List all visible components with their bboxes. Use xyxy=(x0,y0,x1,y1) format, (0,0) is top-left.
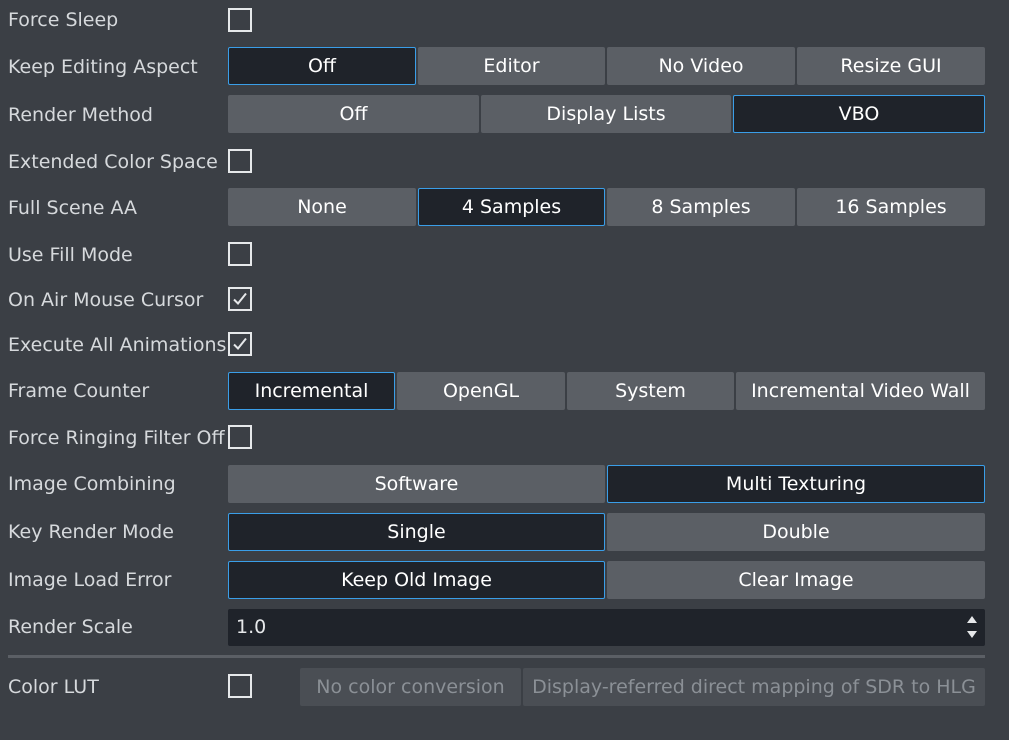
color-lut-checkbox[interactable] xyxy=(228,674,252,698)
checkmark-icon xyxy=(233,337,247,350)
image-load-error-keep-old-image-button[interactable]: Keep Old Image xyxy=(228,561,605,599)
extended-color-space-checkbox[interactable] xyxy=(228,149,252,173)
color-lut-no-conversion-button[interactable]: No color conversion xyxy=(300,668,521,706)
frame-counter-label: Frame Counter xyxy=(8,380,150,402)
force-sleep-label: Force Sleep xyxy=(8,9,119,31)
keep-editing-aspect-label: Keep Editing Aspect xyxy=(8,56,198,78)
color-lut-sdr-to-hlg-button[interactable]: Display-referred direct mapping of SDR t… xyxy=(523,668,985,706)
use-fill-mode-label: Use Fill Mode xyxy=(8,244,133,266)
keep-editing-aspect-off-button[interactable]: Off xyxy=(228,47,416,85)
spin-down-arrow-icon[interactable] xyxy=(967,631,977,638)
on-air-mouse-cursor-checkbox[interactable] xyxy=(228,287,252,311)
key-render-mode-label: Key Render Mode xyxy=(8,521,174,543)
full-scene-aa-none-button[interactable]: None xyxy=(228,188,416,226)
full-scene-aa-4-samples-button[interactable]: 4 Samples xyxy=(418,188,605,226)
image-combining-multi-texturing-button[interactable]: Multi Texturing xyxy=(607,465,985,503)
frame-counter-opengl-button[interactable]: OpenGL xyxy=(397,372,565,410)
render-method-label: Render Method xyxy=(8,104,153,126)
full-scene-aa-16-samples-button[interactable]: 16 Samples xyxy=(797,188,985,226)
force-ringing-filter-off-label: Force Ringing Filter Off xyxy=(8,427,225,449)
full-scene-aa-label: Full Scene AA xyxy=(8,197,138,219)
render-method-vbo-button[interactable]: VBO xyxy=(733,95,985,133)
keep-editing-aspect-no-video-button[interactable]: No Video xyxy=(607,47,795,85)
color-lut-label: Color LUT xyxy=(8,676,99,698)
full-scene-aa-8-samples-button[interactable]: 8 Samples xyxy=(607,188,795,226)
image-load-error-clear-image-button[interactable]: Clear Image xyxy=(607,561,985,599)
key-render-mode-double-button[interactable]: Double xyxy=(607,513,985,551)
frame-counter-system-button[interactable]: System xyxy=(567,372,734,410)
render-scale-spinbox[interactable]: 1.0 xyxy=(228,609,985,646)
on-air-mouse-cursor-label: On Air Mouse Cursor xyxy=(8,289,204,311)
key-render-mode-single-button[interactable]: Single xyxy=(228,513,605,551)
keep-editing-aspect-resize-gui-button[interactable]: Resize GUI xyxy=(797,47,985,85)
force-sleep-checkbox[interactable] xyxy=(228,8,252,32)
extended-color-space-label: Extended Color Space xyxy=(8,151,218,173)
force-ringing-filter-off-checkbox[interactable] xyxy=(228,425,252,449)
frame-counter-incremental-button[interactable]: Incremental xyxy=(228,372,395,410)
render-method-off-button[interactable]: Off xyxy=(228,95,479,133)
execute-all-animations-checkbox[interactable] xyxy=(228,332,252,356)
spin-up-arrow-icon[interactable] xyxy=(967,616,977,623)
render-scale-label: Render Scale xyxy=(8,616,133,638)
checkmark-icon xyxy=(233,292,247,305)
frame-counter-incremental-video-wall-button[interactable]: Incremental Video Wall xyxy=(736,372,985,410)
section-divider xyxy=(8,655,985,658)
render-method-display-lists-button[interactable]: Display Lists xyxy=(481,95,731,133)
image-combining-label: Image Combining xyxy=(8,473,176,495)
render-scale-value[interactable]: 1.0 xyxy=(236,616,266,638)
image-combining-software-button[interactable]: Software xyxy=(228,465,605,503)
use-fill-mode-checkbox[interactable] xyxy=(228,242,252,266)
keep-editing-aspect-editor-button[interactable]: Editor xyxy=(418,47,605,85)
image-load-error-label: Image Load Error xyxy=(8,569,172,591)
execute-all-animations-label: Execute All Animations xyxy=(8,334,227,356)
